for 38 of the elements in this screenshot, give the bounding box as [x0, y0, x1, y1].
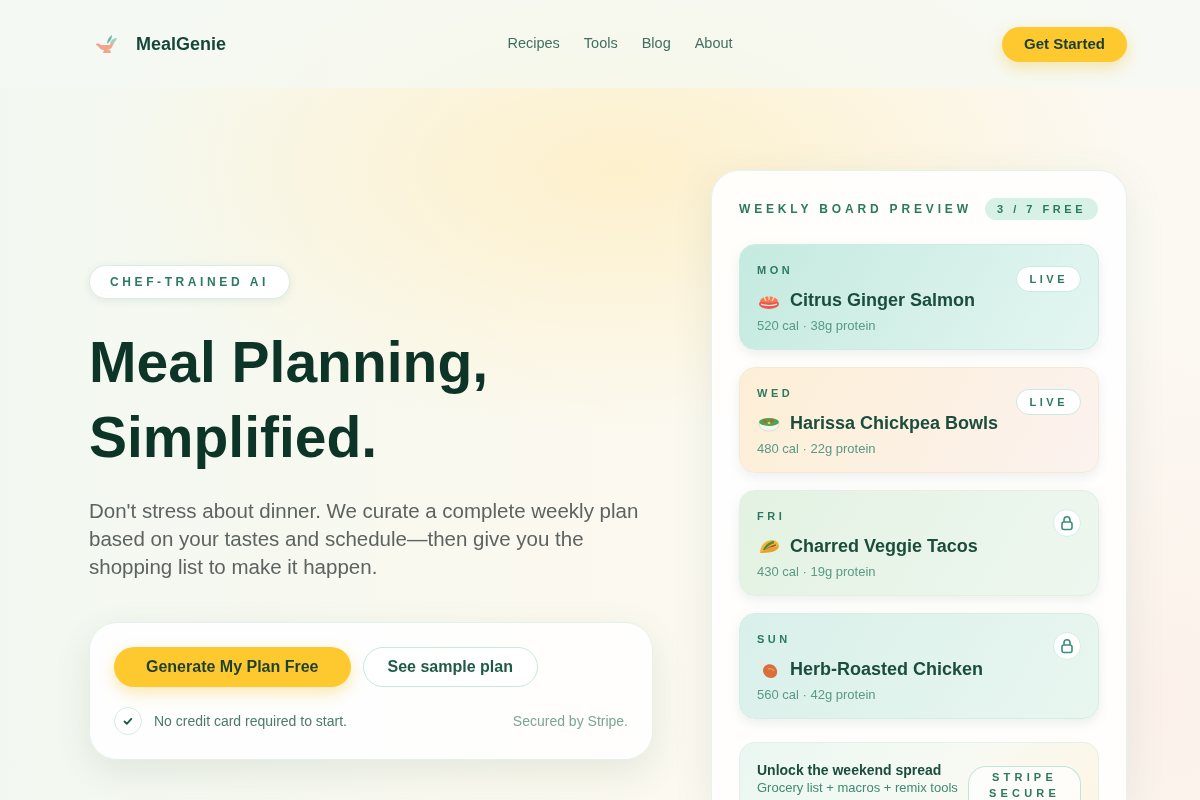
stripe-note: Secured by Stripe.	[512, 711, 628, 731]
meal-nutrition: 430 cal · 19g protein	[757, 563, 877, 581]
meal-name: Harissa Chickpea Bowls	[790, 412, 999, 435]
board-title: WEEKLY BOARD PREVIEW	[739, 201, 972, 218]
meal-name: Charred Veggie Tacos	[790, 535, 978, 558]
meal-card[interactable]: MON Citrus Ginger Salmon 520 cal · 38g protein LIVE	[739, 244, 1099, 350]
hero-badge: CHEF-TRAINED AI	[89, 265, 290, 299]
upsell-text: Grocery list + macros + remix tools	[757, 779, 958, 796]
get-started-button[interactable]: Get Started	[1002, 26, 1127, 62]
nav-link[interactable]: Recipes	[507, 33, 560, 55]
meal-day: MON	[757, 263, 976, 277]
live-badge: LIVE	[1016, 389, 1081, 415]
meal-day: WED	[757, 386, 999, 400]
meal-day: FRI	[757, 509, 978, 523]
free-count-badge: 3 / 7 FREE	[985, 198, 1098, 220]
meal-card[interactable]: WED Harissa Chickpea Bowls 480 cal · 22g protein LIVE	[739, 367, 1099, 473]
meal-nutrition: 520 cal · 38g protein	[757, 317, 877, 335]
upsell-title: Unlock the weekend spread	[757, 761, 943, 779]
meal-day: SUN	[757, 632, 984, 646]
generate-plan-button[interactable]: Generate My Plan Free	[114, 647, 351, 687]
meal-card[interactable]: FRI Charred Veggie Tacos 430 cal · 19g protein	[739, 490, 1099, 596]
stripe-secure-badge: STRIPE SECURE	[968, 766, 1081, 800]
nav-link[interactable]: About	[694, 33, 733, 55]
meal-nutrition: 480 cal · 22g protein	[757, 440, 877, 458]
brand-name[interactable]: MealGenie	[136, 30, 227, 58]
live-badge: LIVE	[1016, 266, 1081, 292]
lamp-icon	[94, 33, 120, 55]
hero-description: Don't stress about dinner. We curate a complete weekly plan based on your tastes and schedule—then give you the shopping list to make it happen.	[89, 498, 640, 580]
meal-card[interactable]: SUN Herb-Roasted Chicken 560 cal · 42g protein	[739, 613, 1099, 719]
sample-plan-button[interactable]: See sample plan	[362, 647, 538, 687]
nav-link[interactable]: Tools	[583, 33, 618, 55]
no-credit-card-note: No credit card required to start.	[154, 711, 347, 731]
nav-link[interactable]: Blog	[641, 33, 671, 55]
meal-name: Citrus Ginger Salmon	[790, 289, 976, 312]
check-icon	[114, 707, 142, 735]
meal-nutrition: 560 cal · 42g protein	[757, 686, 877, 704]
hero-heading: Meal Planning, Simplified.	[89, 329, 490, 471]
meal-name: Herb-Roasted Chicken	[790, 658, 984, 681]
